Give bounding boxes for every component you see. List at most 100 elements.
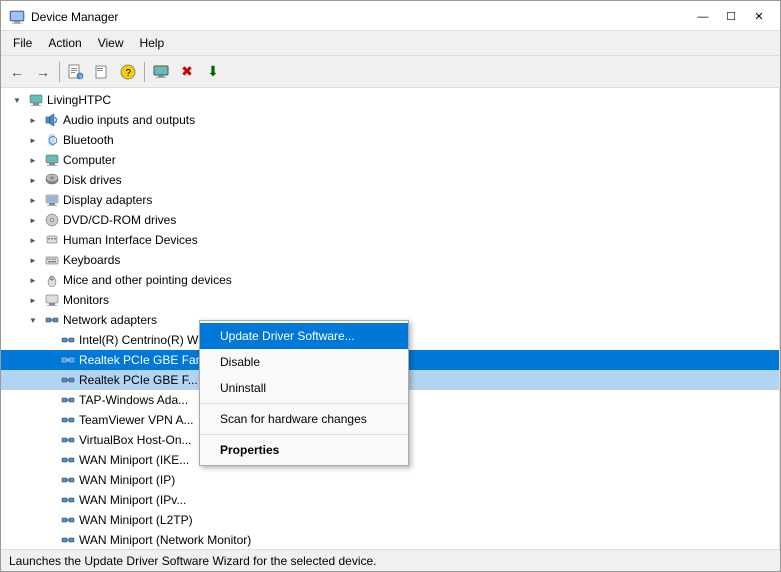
wan-ike-icon xyxy=(60,452,76,468)
tree-wan-l2tp[interactable]: WAN Miniport (L2TP) xyxy=(1,510,779,530)
menu-view[interactable]: View xyxy=(90,33,132,53)
device-tree[interactable]: ▼ LivingHTPC ► xyxy=(1,88,780,549)
close-button[interactable]: ✕ xyxy=(746,7,772,27)
ctx-properties[interactable]: Properties xyxy=(200,437,408,463)
expand-intel-wifi xyxy=(41,332,57,348)
svg-text:?: ? xyxy=(79,75,82,80)
mice-icon xyxy=(44,272,60,288)
teamviewer-label: TeamViewer VPN A... xyxy=(79,413,194,427)
menu-bar: File Action View Help xyxy=(1,31,780,56)
expand-dvd[interactable]: ► xyxy=(25,212,41,228)
tree-keyboards[interactable]: ► Keyboards xyxy=(1,250,779,270)
keyboards-icon xyxy=(44,252,60,268)
tree-dvd[interactable]: ► DVD/CD-ROM drives xyxy=(1,210,779,230)
network-label: Network adapters xyxy=(63,313,157,327)
ctx-update-driver[interactable]: Update Driver Software... xyxy=(200,323,408,349)
tap-label: TAP-Windows Ada... xyxy=(79,393,188,407)
expand-mice[interactable]: ► xyxy=(25,272,41,288)
ctx-update-driver-label: Update Driver Software... xyxy=(220,329,355,343)
tap-icon xyxy=(60,392,76,408)
tree-disk[interactable]: ► Disk drives xyxy=(1,170,779,190)
ctx-scan-hardware[interactable]: Scan for hardware changes xyxy=(200,406,408,432)
expand-root[interactable]: ▼ xyxy=(9,92,25,108)
scan-button[interactable] xyxy=(90,60,114,84)
expand-hid[interactable]: ► xyxy=(25,232,41,248)
svg-text:⬡: ⬡ xyxy=(48,135,58,147)
mice-label: Mice and other pointing devices xyxy=(63,273,232,287)
tree-bluetooth[interactable]: ► ⬡ Bluetooth xyxy=(1,130,779,150)
ctx-disable-label: Disable xyxy=(220,355,260,369)
expand-audio[interactable]: ► xyxy=(25,112,41,128)
expand-keyboards[interactable]: ► xyxy=(25,252,41,268)
tree-computer[interactable]: ► Computer xyxy=(1,150,779,170)
device-button[interactable] xyxy=(149,60,173,84)
toolbar: ← → ? ? xyxy=(1,56,780,88)
computer-label: Computer xyxy=(63,153,116,167)
ctx-sep-1 xyxy=(200,403,408,404)
wan-ip-label: WAN Miniport (IP) xyxy=(79,473,175,487)
hid-icon xyxy=(44,232,60,248)
monitors-label: Monitors xyxy=(63,293,109,307)
help-button[interactable]: ? xyxy=(116,60,140,84)
display-icon xyxy=(44,192,60,208)
wan-ipv6-icon xyxy=(60,492,76,508)
tree-mice[interactable]: ► Mice and other pointing devices xyxy=(1,270,779,290)
tree-monitors[interactable]: ► Monitors xyxy=(1,290,779,310)
expand-disk[interactable]: ► xyxy=(25,172,41,188)
wan-ipv6-label: WAN Miniport (IPv... xyxy=(79,493,186,507)
tree-wan-netmon[interactable]: WAN Miniport (Network Monitor) xyxy=(1,530,779,549)
hid-label: Human Interface Devices xyxy=(63,233,198,247)
ctx-sep-2 xyxy=(200,434,408,435)
device-manager-window: Device Manager — ☐ ✕ File Action View He… xyxy=(0,0,781,572)
tree-wan-ip[interactable]: WAN Miniport (IP) xyxy=(1,470,779,490)
app-icon xyxy=(9,9,25,25)
toolbar-sep-1 xyxy=(59,62,60,82)
ctx-properties-label: Properties xyxy=(220,443,279,457)
tree-audio[interactable]: ► Audio inputs and outputs xyxy=(1,110,779,130)
audio-icon xyxy=(44,112,60,128)
title-left: Device Manager xyxy=(9,9,118,25)
intel-wifi-icon xyxy=(60,332,76,348)
back-button[interactable]: ← xyxy=(5,60,29,84)
expand-bt[interactable]: ► xyxy=(25,132,41,148)
menu-help[interactable]: Help xyxy=(132,33,173,53)
forward-button[interactable]: → xyxy=(31,60,55,84)
expand-network[interactable]: ▼ xyxy=(25,312,41,328)
svg-text:?: ? xyxy=(126,68,132,79)
bt-icon: ⬡ xyxy=(44,132,60,148)
tree-display[interactable]: ► Display adapters xyxy=(1,190,779,210)
tree-root[interactable]: ▼ LivingHTPC xyxy=(1,90,779,110)
wan-ip-icon xyxy=(60,472,76,488)
menu-action[interactable]: Action xyxy=(40,33,89,53)
wan-netmon-icon xyxy=(60,532,76,548)
computer-icon xyxy=(44,152,60,168)
remove-button[interactable]: ✖ xyxy=(175,60,199,84)
realtek-2-label: Realtek PCIe GBE F... xyxy=(79,373,198,387)
virtualbox-label: VirtualBox Host-On... xyxy=(79,433,192,447)
tree-wan-ipv6[interactable]: WAN Miniport (IPv... xyxy=(1,490,779,510)
display-label: Display adapters xyxy=(63,193,152,207)
ctx-uninstall[interactable]: Uninstall xyxy=(200,375,408,401)
minimize-button[interactable]: — xyxy=(690,7,716,27)
tree-hid[interactable]: ► Human Interface Devices xyxy=(1,230,779,250)
disk-icon xyxy=(44,172,60,188)
ctx-disable[interactable]: Disable xyxy=(200,349,408,375)
window-title: Device Manager xyxy=(31,10,118,24)
main-area: ▼ LivingHTPC ► xyxy=(1,88,780,549)
wan-l2tp-label: WAN Miniport (L2TP) xyxy=(79,513,193,527)
menu-file[interactable]: File xyxy=(5,33,40,53)
expand-computer[interactable]: ► xyxy=(25,152,41,168)
window-controls: — ☐ ✕ xyxy=(690,7,772,27)
dvd-icon xyxy=(44,212,60,228)
teamviewer-icon xyxy=(60,412,76,428)
toolbar-sep-2 xyxy=(144,62,145,82)
expand-monitors[interactable]: ► xyxy=(25,292,41,308)
expand-display[interactable]: ► xyxy=(25,192,41,208)
maximize-button[interactable]: ☐ xyxy=(718,7,744,27)
update-button[interactable]: ⬇ xyxy=(201,60,225,84)
keyboards-label: Keyboards xyxy=(63,253,120,267)
wan-ike-label: WAN Miniport (IKE... xyxy=(79,453,189,467)
monitors-icon xyxy=(44,292,60,308)
dvd-label: DVD/CD-ROM drives xyxy=(63,213,176,227)
properties-button[interactable]: ? xyxy=(64,60,88,84)
